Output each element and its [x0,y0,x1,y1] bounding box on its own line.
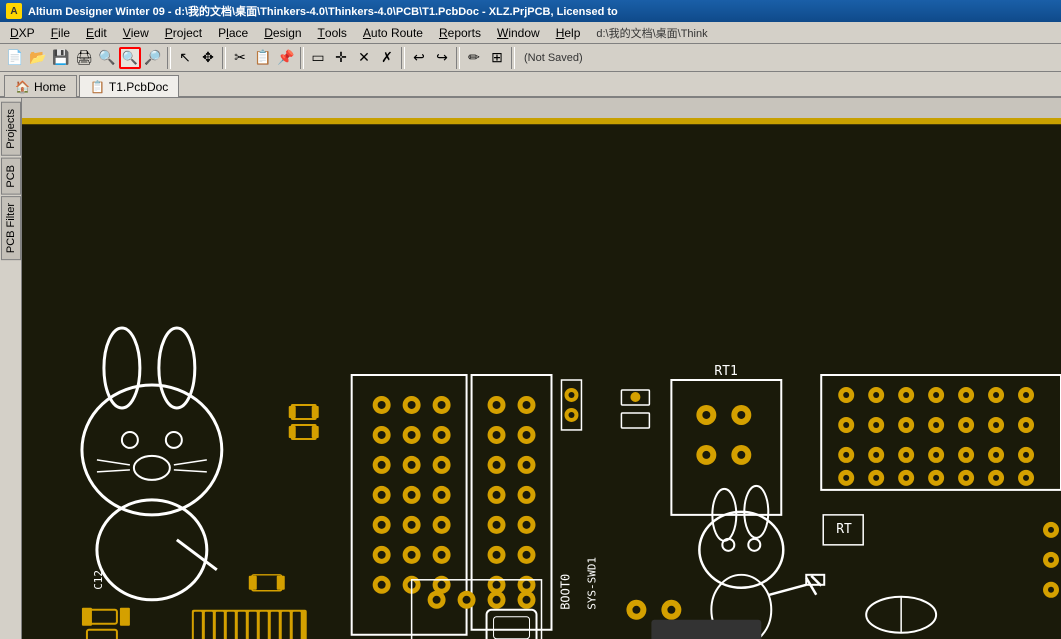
tabs-bar: 🏠 Home 📋 T1.PcbDoc [0,72,1061,98]
tab-home-label: Home [34,80,66,94]
separator-5 [456,47,460,69]
move-button[interactable]: ✥ [197,47,219,69]
redo-button[interactable]: ↪ [431,47,453,69]
app-icon: A [6,3,22,19]
svg-text:RT1: RT1 [714,364,737,379]
menu-tools[interactable]: Tools [310,22,355,43]
tab-pcbdoc-label: T1.PcbDoc [109,80,168,94]
rect-button[interactable]: ▭ [307,47,329,69]
grid-button[interactable]: ⊞ [486,47,508,69]
side-panel: Projects PCB PCB Filter [0,98,22,639]
separator-4 [401,47,405,69]
toolbar: 📄 📂 💾 🖨 🔍 🔍 🔎 ↖ ✥ ✂ 📋 📌 ▭ ✛ ✕ ✗ ↩ ↪ ✏ ⊞ … [0,44,1061,72]
pcb-board[interactable]: C12 C13 [22,118,1061,639]
snap-button[interactable]: ✕ [353,47,375,69]
menu-design[interactable]: Design [256,22,309,43]
menu-view[interactable]: View [115,22,157,43]
select-button[interactable]: ↖ [174,47,196,69]
menu-reports[interactable]: Reports [431,22,489,43]
main-area: Projects PCB PCB Filter [0,98,1061,639]
sidebar-item-pcb[interactable]: PCB [1,158,21,195]
menu-autoroute[interactable]: Auto Route [355,22,431,43]
cut-button[interactable]: ✂ [229,47,251,69]
home-icon: 🏠 [15,80,30,94]
menu-place[interactable]: Place [210,22,256,43]
menu-file[interactable]: File [43,22,78,43]
edit2-button[interactable]: ✏ [463,47,485,69]
menu-window[interactable]: Window [489,22,548,43]
copy-button[interactable]: 📋 [252,47,274,69]
separator-1 [167,47,171,69]
svg-text:SYS-SWD1: SYS-SWD1 [585,557,598,610]
menu-path: d:\我的文档\桌面\Think [588,22,715,43]
paste-button[interactable]: 📌 [275,47,297,69]
menu-help[interactable]: Help [548,22,589,43]
menu-edit[interactable]: Edit [78,22,115,43]
sidebar-item-projects[interactable]: Projects [1,102,21,156]
new-button[interactable]: 📄 [4,47,26,69]
menu-bar: DXP File Edit View Project Place Design … [0,22,1061,44]
sidebar-item-pcbfilter[interactable]: PCB Filter [1,196,21,260]
separator-2 [222,47,226,69]
svg-text:C12: C12 [92,570,105,590]
pcb-canvas[interactable]: C12 C13 [22,98,1061,639]
tab-home[interactable]: 🏠 Home [4,75,77,97]
print-button[interactable]: 🖨 [73,47,95,69]
pcb-icon: 📋 [90,80,105,94]
not-saved-label: (Not Saved) [518,52,589,64]
menu-dxp[interactable]: DXP [2,22,43,43]
svg-text:BOOT0: BOOT0 [558,574,572,610]
cross-button[interactable]: ✛ [330,47,352,69]
snap2-button[interactable]: ✗ [376,47,398,69]
title-text: Altium Designer Winter 09 - d:\我的文档\桌面\T… [28,3,618,19]
open-button[interactable]: 📂 [27,47,49,69]
separator-3 [300,47,304,69]
title-bar: A Altium Designer Winter 09 - d:\我的文档\桌面… [0,0,1061,22]
tab-pcbdoc[interactable]: 📋 T1.PcbDoc [79,75,179,97]
canvas-header [22,98,1061,118]
undo-button[interactable]: ↩ [408,47,430,69]
menu-project[interactable]: Project [157,22,210,43]
svg-text:RT: RT [836,522,852,537]
zoom-button[interactable]: 🔎 [142,47,164,69]
find-button[interactable]: 🔍 [96,47,118,69]
save-button[interactable]: 💾 [50,47,72,69]
separator-6 [511,47,515,69]
pcb-svg: C12 C13 [22,121,1061,639]
inspector-button[interactable]: 🔍 [119,47,141,69]
